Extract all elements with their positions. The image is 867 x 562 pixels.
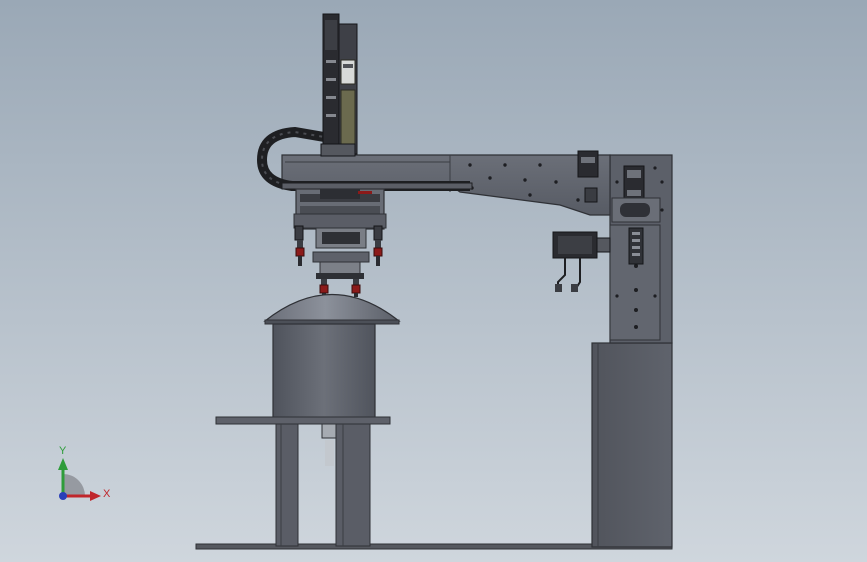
triad-quadrant-icon xyxy=(63,474,85,496)
pedestal-box[interactable] xyxy=(591,342,673,548)
dome-workpiece[interactable] xyxy=(263,294,401,325)
cad-graphics-viewport[interactable]: Y X xyxy=(0,0,867,562)
suction-cup-center-right[interactable] xyxy=(351,279,361,297)
drum-cylinder[interactable] xyxy=(272,323,376,421)
gripper-carriage[interactable] xyxy=(293,188,387,279)
suction-cup-right[interactable] xyxy=(373,240,383,266)
cad-model-scene[interactable]: Y X xyxy=(0,0,867,562)
drum-stand[interactable] xyxy=(215,416,391,547)
coordinate-triad: Y X xyxy=(58,445,111,501)
suction-cup-left[interactable] xyxy=(295,240,305,266)
servo-motor[interactable] xyxy=(552,231,611,292)
vertical-column[interactable] xyxy=(609,154,673,344)
y-axis-label: Y xyxy=(59,445,67,457)
z-axis-dot-icon xyxy=(59,492,67,500)
vertical-slide-axis[interactable] xyxy=(320,13,358,157)
x-axis-label: X xyxy=(103,488,111,500)
